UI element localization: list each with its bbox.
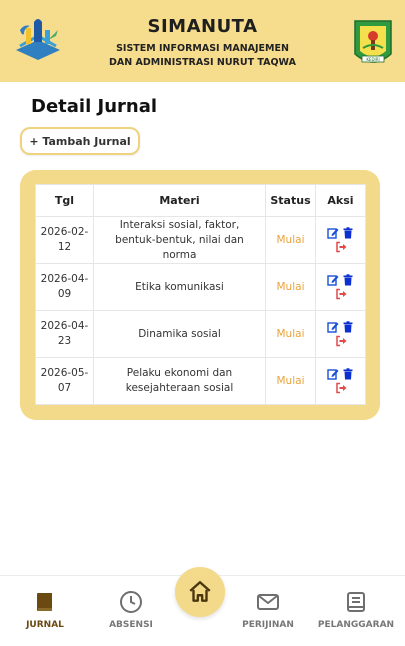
column-header-status: Status <box>265 184 316 217</box>
nav-label-absensi: ABSENSI <box>109 620 153 630</box>
journal-table: Tgl Materi Status Aksi 2026-02-12 Intera… <box>35 184 366 405</box>
column-header-tgl: Tgl <box>35 184 94 217</box>
row-status: Mulai <box>265 216 316 264</box>
edit-icon[interactable] <box>327 274 339 286</box>
row-date: 2026-04-09 <box>35 263 94 311</box>
app-subtitle-line2: DAN ADMINISTRASI NURUT TAQWA <box>109 57 296 68</box>
row-materi: Etika komunikasi <box>93 263 266 311</box>
app-header: SIMANUTA SISTEM INFORMASI MANAJEMEN DAN … <box>0 0 405 82</box>
row-status: Mulai <box>265 357 316 405</box>
row-materi: Dinamika sosial <box>93 310 266 358</box>
row-actions <box>315 310 366 358</box>
nav-item-perijinan[interactable]: PERIJINAN <box>223 590 313 630</box>
delete-icon[interactable] <box>342 321 354 333</box>
nav-item-pelanggaran[interactable]: PELANGGARAN <box>311 590 401 630</box>
delete-icon[interactable] <box>342 368 354 380</box>
row-date: 2026-02-12 <box>35 216 94 264</box>
edit-icon[interactable] <box>327 227 339 239</box>
nav-item-absensi[interactable]: ABSENSI <box>86 590 176 630</box>
clock-icon <box>120 591 142 613</box>
row-actions <box>315 263 366 311</box>
logout-icon[interactable] <box>335 335 347 347</box>
table-row: 2026-02-12 Interaksi sosial, faktor, ben… <box>35 216 366 264</box>
add-journal-button[interactable]: + Tambah Jurnal <box>20 127 140 155</box>
home-icon <box>189 581 211 602</box>
edit-icon[interactable] <box>327 321 339 333</box>
logout-icon[interactable] <box>335 241 347 253</box>
logout-icon[interactable] <box>335 288 347 300</box>
app-title: SIMANUTA <box>147 16 258 37</box>
nav-label-perijinan: PERIJINAN <box>242 620 294 630</box>
journal-table-wrapper: Tgl Materi Status Aksi 2026-02-12 Intera… <box>35 184 366 405</box>
row-actions <box>315 357 366 405</box>
row-status: Mulai <box>265 263 316 311</box>
regional-emblem-logo: KEDIRI <box>354 20 392 63</box>
row-date: 2026-05-07 <box>35 357 94 405</box>
nav-label-jurnal: JURNAL <box>26 620 64 630</box>
edit-icon[interactable] <box>327 368 339 380</box>
nav-label-pelanggaran: PELANGGARAN <box>317 620 395 630</box>
app-subtitle: SISTEM INFORMASI MANAJEMEN DAN ADMINISTR… <box>90 42 315 70</box>
table-header-row: Tgl Materi Status Aksi <box>35 184 366 217</box>
column-header-materi: Materi <box>93 184 266 217</box>
logout-icon[interactable] <box>335 382 347 394</box>
table-row: 2026-04-23 Dinamika sosial Mulai <box>35 310 366 358</box>
row-status: Mulai <box>265 310 316 358</box>
row-actions <box>315 216 366 264</box>
row-materi: Pelaku ekonomi dan kesejahteraan sosial <box>93 357 266 405</box>
delete-icon[interactable] <box>342 274 354 286</box>
journal-card: Tgl Materi Status Aksi 2026-02-12 Intera… <box>20 170 380 420</box>
emblem-caption: KEDIRI <box>366 57 379 62</box>
journal-icon <box>37 593 52 611</box>
table-row: 2026-05-07 Pelaku ekonomi dan kesejahter… <box>35 357 366 405</box>
mail-icon <box>257 594 279 610</box>
nav-item-jurnal[interactable]: JURNAL <box>0 590 90 630</box>
table-row: 2026-04-09 Etika komunikasi Mulai <box>35 263 366 311</box>
delete-icon[interactable] <box>342 227 354 239</box>
app-subtitle-line1: SISTEM INFORMASI MANAJEMEN <box>116 43 289 54</box>
row-materi: Interaksi sosial, faktor, bentuk-bentuk,… <box>93 216 266 264</box>
page-title: Detail Jurnal <box>31 96 158 117</box>
column-header-aksi: Aksi <box>315 184 366 217</box>
row-date: 2026-04-23 <box>35 310 94 358</box>
home-button[interactable] <box>175 567 225 617</box>
book-icon <box>347 592 365 612</box>
